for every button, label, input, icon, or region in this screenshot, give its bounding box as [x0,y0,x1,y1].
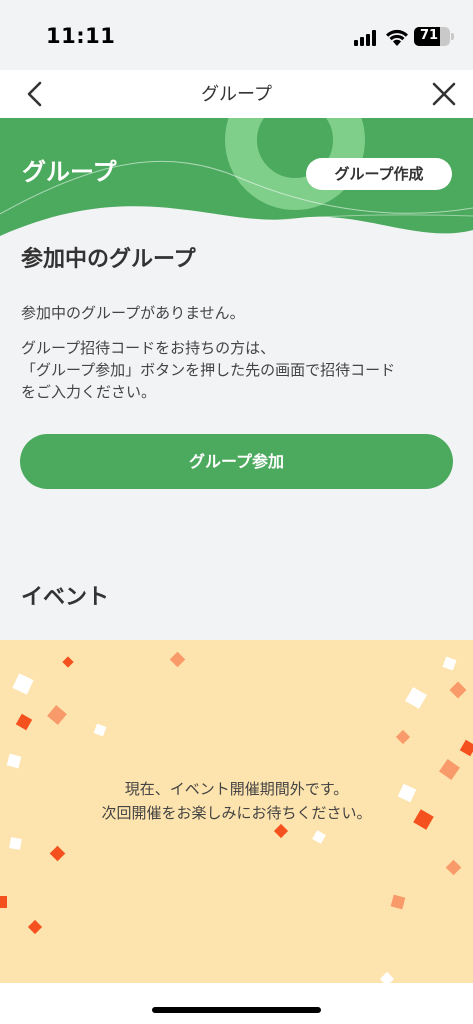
confetti-decoration [405,687,427,709]
confetti-decoration [27,919,43,935]
confetti-decoration [15,713,33,731]
nav-bar: グループ [0,70,473,118]
status-bar: 11:11 71 [0,0,473,70]
confetti-decoration [395,729,411,745]
battery-percentage: 71 [419,28,439,43]
confetti-decoration [47,705,67,725]
confetti-decoration [459,739,473,757]
confetti-decoration [390,894,406,910]
confetti-decoration [169,651,186,668]
confetti-decoration [312,830,326,844]
bottom-safe-area [0,983,473,1024]
banner-title: グループ [22,158,117,186]
confetti-decoration [9,837,22,850]
joined-groups-title: 参加中のグループ [21,247,196,272]
event-message-line-1: 現在、イベント開催期間外です。 [124,780,349,798]
screen: 11:11 71 グループ グループ グループ作成 参加中のグループ 参加中のグ… [0,0,473,1024]
signal-icon [354,30,378,46]
confetti-decoration [379,971,395,983]
confetti-decoration [273,823,289,839]
event-panel: 現在、イベント開催期間外です。 次回開催をお楽しみにお待ちください。 [0,640,473,983]
confetti-decoration [445,859,462,876]
confetti-decoration [62,656,74,668]
nav-title: グループ [201,84,272,105]
event-message-line-2: 次回開催をお楽しみにお待ちください。 [101,804,372,822]
confetti-decoration [12,673,34,695]
confetti-decoration [93,723,107,737]
status-time: 11:11 [46,24,116,48]
wifi-icon [386,29,408,46]
battery-cap [451,33,454,40]
confetti-decoration [0,896,7,908]
invite-hint-line-3: をご入力ください。 [21,383,157,401]
event-message: 現在、イベント開催期間外です。 次回開催をお楽しみにお待ちください。 [0,777,473,825]
event-title: イベント [21,585,110,610]
home-indicator[interactable] [152,1007,321,1013]
confetti-decoration [49,845,66,862]
empty-groups-message: 参加中のグループがありません。 [21,304,245,322]
confetti-decoration [449,681,467,699]
close-icon[interactable] [428,78,460,110]
confetti-decoration [442,656,457,671]
create-group-button[interactable]: グループ作成 [306,158,452,190]
group-banner: グループ グループ作成 [0,118,473,242]
invite-hint-line-2: 「グループ参加」ボタンを押した先の画面で招待コード [21,361,396,379]
join-group-button[interactable]: グループ参加 [20,434,453,489]
confetti-decoration [6,753,22,769]
battery-icon: 71 [414,27,450,46]
invite-hint-line-1: グループ招待コードをお持ちの方は、 [21,339,276,357]
